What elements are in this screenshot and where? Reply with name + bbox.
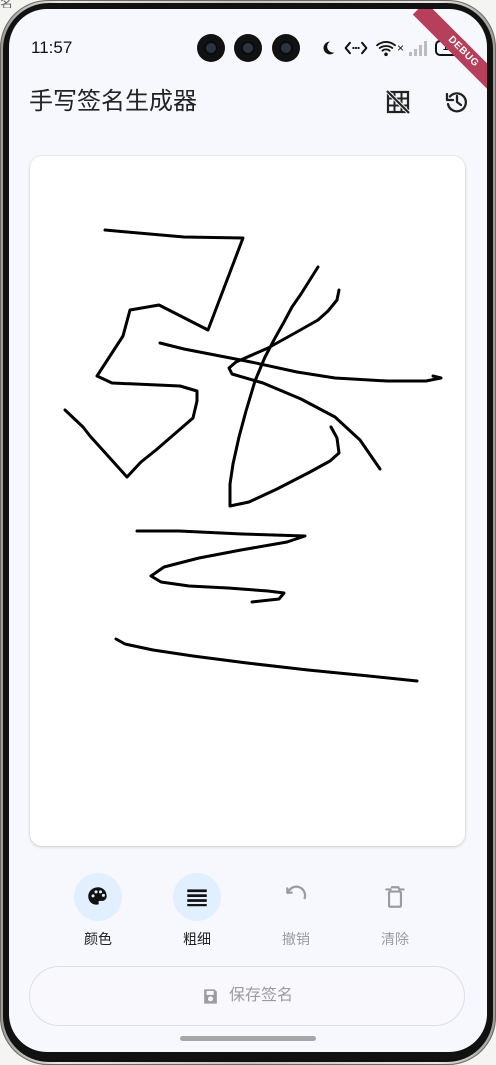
status-bar: 11:57 × DEBUG xyxy=(9,9,487,103)
clear-tool-button[interactable]: 清除 xyxy=(346,871,444,953)
home-indicator[interactable] xyxy=(180,1036,316,1041)
signature-stroke xyxy=(135,529,307,604)
signature-stroke xyxy=(228,265,341,508)
undo-icon xyxy=(286,885,307,900)
color-tool-button[interactable]: 颜色 xyxy=(49,871,147,953)
delete-icon xyxy=(385,886,405,908)
history-button[interactable] xyxy=(437,82,477,122)
front-camera-icon xyxy=(272,34,300,62)
undo-tool-button[interactable]: 撤销 xyxy=(247,871,345,953)
line-weight-icon xyxy=(187,889,207,907)
grid-off-icon xyxy=(385,89,411,115)
front-camera-icon xyxy=(197,34,225,62)
phone-frame: 11:57 × DEBUG 手写签名生成器 颜色 粗细 撤销 清除 保存签名 xyxy=(0,0,496,1065)
clear-tool-circle xyxy=(371,873,419,921)
stroke-width-tool-button[interactable]: 粗细 xyxy=(148,871,246,953)
front-camera-icon xyxy=(234,34,262,62)
color-tool-label: 颜色 xyxy=(84,931,112,947)
tools-row: 颜色 粗细 撤销 清除 xyxy=(25,871,471,953)
undo-tool-circle xyxy=(272,873,320,921)
nearby-share-icon xyxy=(344,41,368,55)
app-bar: 手写签名生成器 xyxy=(9,69,487,133)
signature-stroke xyxy=(114,637,419,683)
save-button-label: 保存签名 xyxy=(228,987,293,1004)
undo-tool-label: 撤销 xyxy=(282,931,310,947)
palette-icon xyxy=(88,887,107,905)
signature-stroke xyxy=(63,228,245,479)
grid-toggle-button[interactable] xyxy=(378,82,418,122)
wifi-icon xyxy=(376,41,396,57)
signature-canvas[interactable] xyxy=(30,156,465,846)
save-icon xyxy=(204,988,217,1004)
stroke-width-tool-circle xyxy=(173,873,221,921)
cell-signal-icon xyxy=(409,41,427,56)
page-title: 手写签名生成器 xyxy=(29,88,197,115)
app-screen: 11:57 × DEBUG 手写签名生成器 颜色 粗细 撤销 清除 保存签名 xyxy=(9,9,487,1052)
signature-stroke xyxy=(158,341,443,383)
signal-off-mark: × xyxy=(396,41,404,55)
color-tool-circle xyxy=(74,873,122,921)
do-not-disturb-moon-icon xyxy=(323,41,335,55)
history-icon xyxy=(445,92,467,113)
stroke-width-tool-label: 粗细 xyxy=(183,931,211,947)
save-signature-button[interactable]: 保存签名 xyxy=(29,966,465,1026)
status-time: 11:57 xyxy=(31,38,73,57)
clear-tool-label: 清除 xyxy=(381,931,409,947)
signature-drawing[interactable] xyxy=(30,156,465,846)
